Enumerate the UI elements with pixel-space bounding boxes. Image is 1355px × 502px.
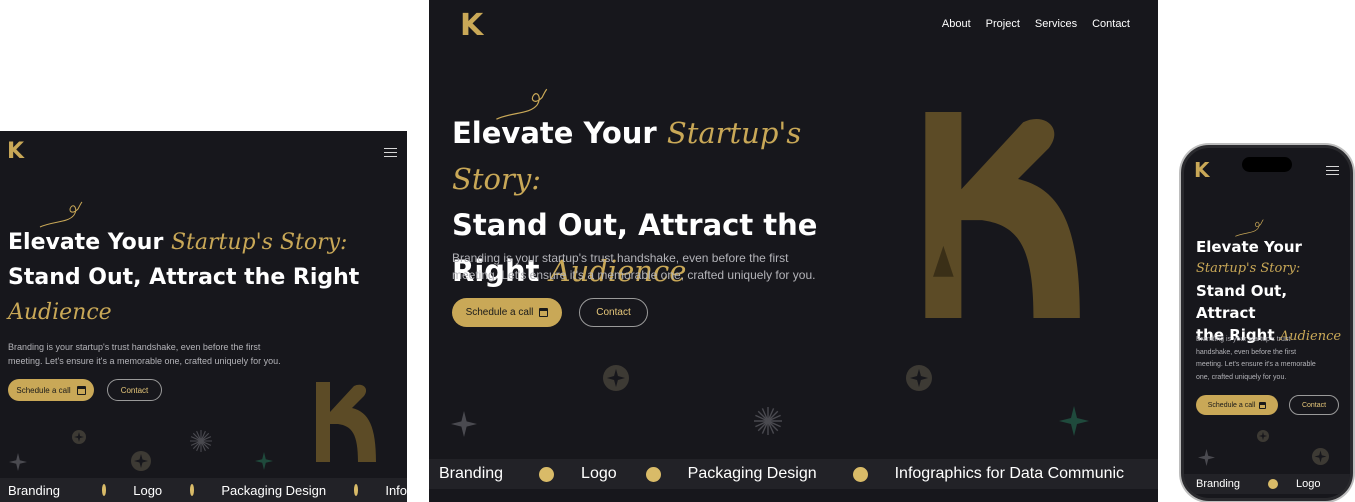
- calendar-icon: [1259, 401, 1267, 409]
- hero-heading: Elevate Your Startup's Story: Stand Out,…: [1196, 236, 1350, 348]
- contact-button[interactable]: Contact: [1289, 395, 1339, 415]
- heading-line2: Stand Out, Attract the Right: [8, 265, 360, 290]
- paragraph-line: meeting. Let's ensure it's a memorable o…: [8, 356, 281, 366]
- nav-contact[interactable]: Contact: [1092, 18, 1130, 30]
- circle-star-icon: [603, 365, 629, 391]
- paragraph-line: meeting. Let's ensure it's a memorable: [1196, 361, 1316, 368]
- starburst-icon: [190, 430, 212, 452]
- nav-services[interactable]: Services: [1035, 18, 1077, 30]
- heading-line1: Elevate Your: [1196, 238, 1302, 256]
- ticker-item: Packaging Design: [687, 465, 817, 482]
- big-k-graphic: [925, 112, 1080, 318]
- heading-script-audience: Audience: [8, 300, 112, 325]
- circle-star-icon: [131, 451, 151, 471]
- star-sparkle-icon: [1198, 449, 1215, 466]
- ticker-dot: [645, 466, 661, 482]
- brand-logo[interactable]: K: [460, 8, 483, 43]
- starburst-icon: [754, 407, 782, 435]
- star-sparkle-icon: [1059, 406, 1089, 436]
- dynamic-island: [1242, 157, 1292, 172]
- schedule-call-button[interactable]: Schedule a call: [452, 298, 562, 327]
- schedule-call-button[interactable]: Schedule a call: [8, 379, 94, 401]
- schedule-call-label: Schedule a call: [465, 307, 534, 318]
- ticker-item: Logo: [581, 465, 617, 482]
- services-ticker: Branding Logo: [1184, 474, 1350, 494]
- schedule-call-label: Schedule a call: [1207, 401, 1256, 409]
- ticker-dot: [539, 466, 555, 482]
- heading-line1: Elevate Your: [452, 116, 657, 150]
- tablet-preview: K Elevate Your Startup's Story: Stand Ou…: [0, 131, 407, 502]
- ticker-item: Logo: [1296, 478, 1321, 490]
- ticker-item: Info: [385, 482, 407, 498]
- ticker-item: Logo: [133, 482, 163, 498]
- contact-button[interactable]: Contact: [579, 298, 648, 327]
- hamburger-menu-icon[interactable]: [1326, 163, 1339, 178]
- heading-script-story: Startup's Story:: [1196, 261, 1301, 276]
- main-nav: About Project Services Contact: [942, 18, 1130, 30]
- heading-line1: Elevate Your: [8, 230, 164, 255]
- ticker-item: Branding: [439, 465, 504, 482]
- star-sparkle-icon: [451, 411, 477, 437]
- nav-about[interactable]: About: [942, 18, 971, 30]
- brand-logo[interactable]: K: [1194, 158, 1210, 182]
- circle-star-icon: [72, 430, 86, 444]
- paragraph-line: meeting. Let's ensure it's a memorable o…: [452, 268, 816, 282]
- hero-paragraph: Branding is your startup's trust handsha…: [1196, 334, 1316, 384]
- heading-script-story: Startup's Story:: [170, 230, 348, 255]
- schedule-call-button[interactable]: Schedule a call: [1196, 395, 1278, 415]
- paragraph-line: Branding is your startup's trust: [1196, 336, 1291, 343]
- calendar-icon: [76, 385, 86, 395]
- circle-star-icon: [1257, 430, 1269, 442]
- ticker-item: Branding: [1196, 478, 1241, 490]
- big-k-graphic: [316, 382, 376, 462]
- ticker-item: Branding: [8, 482, 61, 498]
- heading-line2: Stand Out, Attract the: [452, 208, 818, 242]
- hero-paragraph: Branding is your startup's trust handsha…: [452, 250, 815, 284]
- ticker-item: Infographics for Data Communic: [894, 465, 1125, 482]
- ticker-dot: [852, 466, 868, 482]
- contact-button[interactable]: Contact: [107, 379, 162, 401]
- ticker-item: Packaging Design: [221, 482, 327, 498]
- desktop-preview: K About Project Services Contact Elevate…: [429, 0, 1158, 502]
- calendar-icon: [539, 308, 549, 317]
- paragraph-line: Branding is your startup's trust handsha…: [452, 251, 789, 265]
- hero-heading: Elevate Your Startup's Story: Stand Out,…: [8, 225, 403, 330]
- paragraph-line: handshake, even before the first: [1196, 348, 1297, 356]
- services-ticker: Branding Logo Packaging Design Info: [0, 478, 407, 502]
- ticker-dot: [354, 484, 359, 496]
- nav-project[interactable]: Project: [986, 18, 1020, 30]
- schedule-call-label: Schedule a call: [16, 385, 71, 395]
- star-sparkle-icon: [9, 453, 27, 471]
- phone-preview: K Elevate Your Startup's Story: Stand Ou…: [1181, 145, 1353, 501]
- brand-logo[interactable]: K: [7, 139, 24, 164]
- hamburger-menu-icon[interactable]: [384, 145, 397, 160]
- ticker-dot: [1268, 479, 1279, 489]
- services-ticker: Branding Logo Packaging Design Infograph…: [429, 459, 1158, 489]
- hero-paragraph: Branding is your startup's trust handsha…: [8, 340, 281, 368]
- star-sparkle-icon: [255, 452, 273, 470]
- ticker-dot: [190, 484, 195, 496]
- paragraph-line: Branding is your startup's trust handsha…: [8, 342, 261, 352]
- heading-line2: Stand Out, Attract: [1196, 282, 1288, 322]
- circle-star-icon: [906, 365, 932, 391]
- ticker-dot: [102, 484, 107, 496]
- circle-star-icon: [1312, 448, 1329, 465]
- paragraph-line: one, crafted uniquely for you.: [1196, 373, 1287, 381]
